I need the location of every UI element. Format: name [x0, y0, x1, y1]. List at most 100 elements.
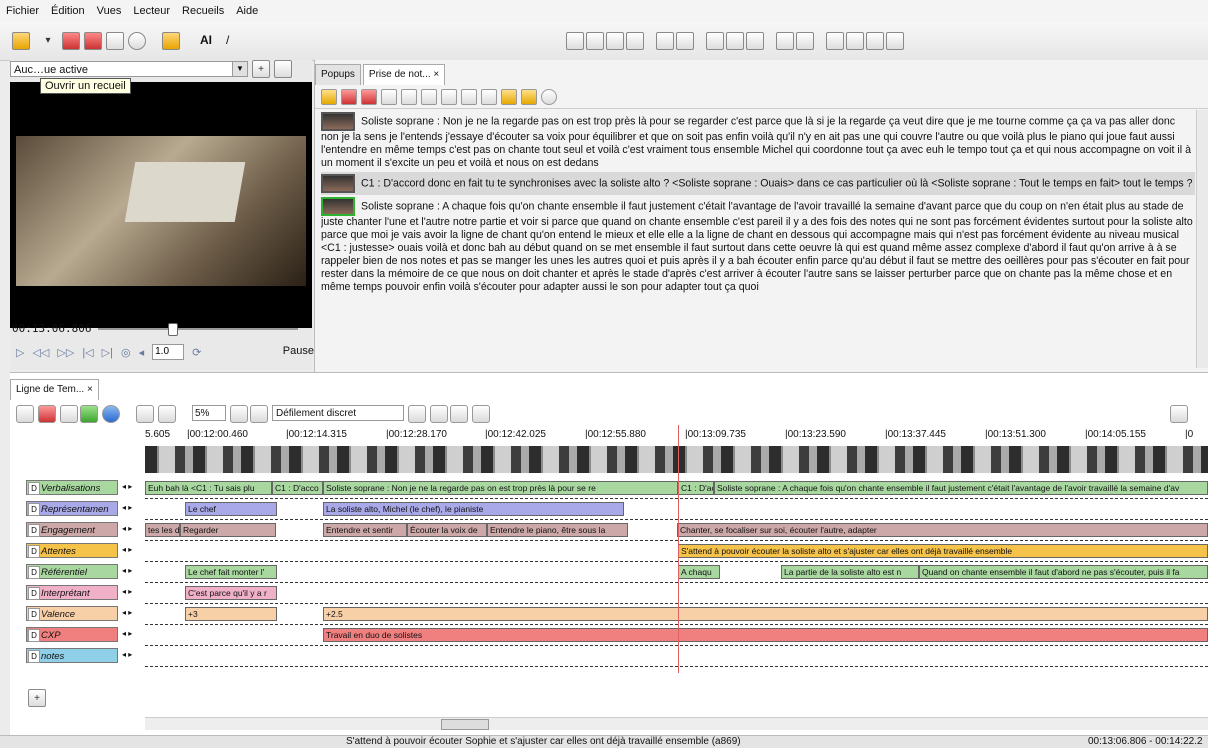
annotation-segment[interactable]: +2.5 — [323, 607, 1208, 621]
annotation-segment[interactable]: S'attend à pouvoir écouter la soliste al… — [678, 544, 1208, 558]
note-entry[interactable]: Soliste soprane : A chaque fois qu'on ch… — [321, 195, 1195, 296]
zoom-in-icon[interactable] — [158, 405, 176, 423]
zoom-out-icon[interactable] — [136, 405, 154, 423]
cut-icon[interactable] — [421, 89, 437, 105]
track-lane[interactable]: tes les d Regarder Entendre et sentir Écout… — [145, 521, 1208, 541]
track-label[interactable]: D Référentiel — [26, 564, 118, 579]
track-nav-arrows-icon[interactable]: ◂ ▸ — [122, 608, 132, 617]
track-label[interactable]: Dnotes — [26, 648, 118, 663]
track-nav-arrows-icon[interactable]: ◂ ▸ — [122, 524, 132, 533]
add-icon[interactable]: + — [252, 60, 270, 78]
menu-vues[interactable]: Vues — [91, 5, 128, 17]
annotation-segment[interactable]: Le chef — [185, 502, 277, 516]
annotation-segment[interactable]: C1 : D'accor — [678, 481, 714, 495]
track-lane[interactable]: Le chef La soliste alto, Michel (le chef)… — [145, 500, 1208, 520]
scrollbar-thumb[interactable] — [441, 719, 489, 730]
layout-4-icon[interactable] — [626, 32, 644, 50]
track-label[interactable]: D Verbalisations — [26, 480, 118, 495]
annotation-segment[interactable]: +3 — [185, 607, 277, 621]
annotation-segment[interactable]: La soliste alto, Michel (le chef), le pi… — [323, 502, 624, 516]
annotation-segment[interactable]: C1 : D'acco — [272, 481, 323, 495]
track-label[interactable]: D Attentes — [26, 543, 118, 558]
document-select[interactable]: Auc…ue active ▼ — [10, 61, 248, 77]
next-frame-icon[interactable]: ▷| — [102, 346, 113, 359]
notes-text[interactable]: Soliste soprane : Non je ne la regarde p… — [321, 110, 1195, 368]
open-icon[interactable] — [321, 89, 337, 105]
fast-forward-icon[interactable]: ▷▷ — [57, 346, 74, 359]
annotation-segment[interactable]: Regarder — [180, 523, 276, 537]
zoom-dropdown-icon[interactable] — [230, 405, 248, 423]
video-thumbnail[interactable] — [321, 197, 355, 216]
annotation-segment[interactable]: C'est parce qu'il y a r — [185, 586, 277, 600]
refresh-icon[interactable]: ⟳ — [192, 346, 201, 359]
track-nav-arrows-icon[interactable]: ◂ ▸ — [122, 587, 132, 596]
annotation-segment[interactable]: Chanter, se focaliser sur soi, écouter l… — [677, 523, 1208, 537]
track-label[interactable]: D Interprétant — [26, 585, 118, 600]
track-label[interactable]: D Engagement — [26, 522, 118, 537]
filmstrip[interactable] — [145, 446, 1208, 473]
track-nav-arrows-icon[interactable]: ◂ ▸ — [122, 650, 132, 659]
track-nav-arrows-icon[interactable]: ◂ ▸ — [122, 503, 132, 512]
pen-icon[interactable]: / — [226, 33, 229, 47]
menu-edition[interactable]: Édition — [45, 5, 91, 17]
ai-label[interactable]: AI — [200, 33, 212, 47]
video-thumbnail[interactable] — [321, 112, 355, 131]
target-icon[interactable] — [481, 89, 497, 105]
track-lane[interactable]: +3 +2.5 — [145, 605, 1208, 625]
save-icon[interactable] — [62, 32, 80, 50]
copy-icon[interactable] — [450, 405, 468, 423]
image-icon[interactable] — [846, 32, 864, 50]
zoom-fit-icon[interactable] — [250, 405, 268, 423]
layout-2-icon[interactable] — [586, 32, 604, 50]
draw-icon[interactable] — [726, 32, 744, 50]
color-icon[interactable] — [38, 405, 56, 423]
menu-lecteur[interactable]: Lecteur — [127, 5, 176, 17]
arrow-icon[interactable] — [501, 89, 517, 105]
panel-icon[interactable] — [826, 32, 844, 50]
edit-doc-icon[interactable] — [274, 60, 292, 78]
note-entry[interactable]: C1 : D'accord donc en fait tu te synchro… — [321, 172, 1195, 195]
next-icon[interactable] — [80, 405, 98, 423]
copy-icon[interactable] — [441, 89, 457, 105]
tab-popups[interactable]: Popups — [315, 64, 361, 85]
track-lane[interactable] — [145, 647, 1208, 667]
edit-icon[interactable] — [656, 32, 674, 50]
track-lane[interactable]: C'est parce qu'il y a r — [145, 584, 1208, 604]
track-lane[interactable]: Travail en duo de solistes — [145, 626, 1208, 646]
annotation-segment[interactable]: Quand on chante ensemble il faut d'abord… — [919, 565, 1208, 579]
table-icon[interactable] — [796, 32, 814, 50]
dropdown-arrow-icon[interactable]: ▾ — [40, 32, 56, 48]
play-icon[interactable]: ▷ — [16, 346, 24, 359]
track-nav-arrows-icon[interactable]: ◂ ▸ — [122, 545, 132, 554]
track-label[interactable]: D Valence — [26, 606, 118, 621]
hand-icon[interactable] — [866, 32, 884, 50]
playhead-line[interactable] — [678, 425, 679, 673]
menu-recueils[interactable]: Recueils — [176, 5, 230, 17]
tab-ligne-de-temps[interactable]: Ligne de Tem... × — [10, 379, 99, 400]
annotation-segment[interactable]: Entendre le piano, être sous la — [487, 523, 628, 537]
search-icon[interactable] — [1170, 405, 1188, 423]
magic-icon[interactable] — [886, 32, 904, 50]
zoom-select[interactable]: 5% — [192, 405, 226, 421]
scroll-mode-select[interactable]: Défilement discret — [272, 405, 404, 421]
record-icon[interactable] — [128, 32, 146, 50]
annotation-segment[interactable]: Écouter la voix de — [407, 523, 487, 537]
add-track-button[interactable]: + — [28, 689, 46, 707]
annotation-segment[interactable]: A chaqu — [678, 565, 720, 579]
annotation-segment[interactable]: Euh bah là <C1 : Tu sais plu — [145, 481, 272, 495]
annotation-segment[interactable]: Entendre et sentir — [323, 523, 407, 537]
import-icon[interactable] — [162, 32, 180, 50]
person-icon[interactable] — [706, 32, 724, 50]
loop-icon[interactable]: ◎ — [121, 346, 131, 359]
track-nav-arrows-icon[interactable]: ◂ ▸ — [122, 566, 132, 575]
sync-icon[interactable] — [521, 89, 537, 105]
annotation-segment[interactable]: La partie de la soliste alto est n — [781, 565, 919, 579]
scrubber-handle[interactable] — [168, 323, 178, 336]
annotation-segment[interactable]: tes les d — [145, 523, 180, 537]
track-lane[interactable]: S'attend à pouvoir écouter la soliste al… — [145, 542, 1208, 562]
open-folder-icon[interactable] — [12, 32, 30, 50]
save-as-icon[interactable] — [84, 32, 102, 50]
annotation-segment[interactable]: Le chef fait monter l' — [185, 565, 277, 579]
track-label[interactable]: D CXP — [26, 627, 118, 642]
annotation-segment[interactable]: Soliste soprane : A chaque fois qu'on ch… — [714, 481, 1208, 495]
